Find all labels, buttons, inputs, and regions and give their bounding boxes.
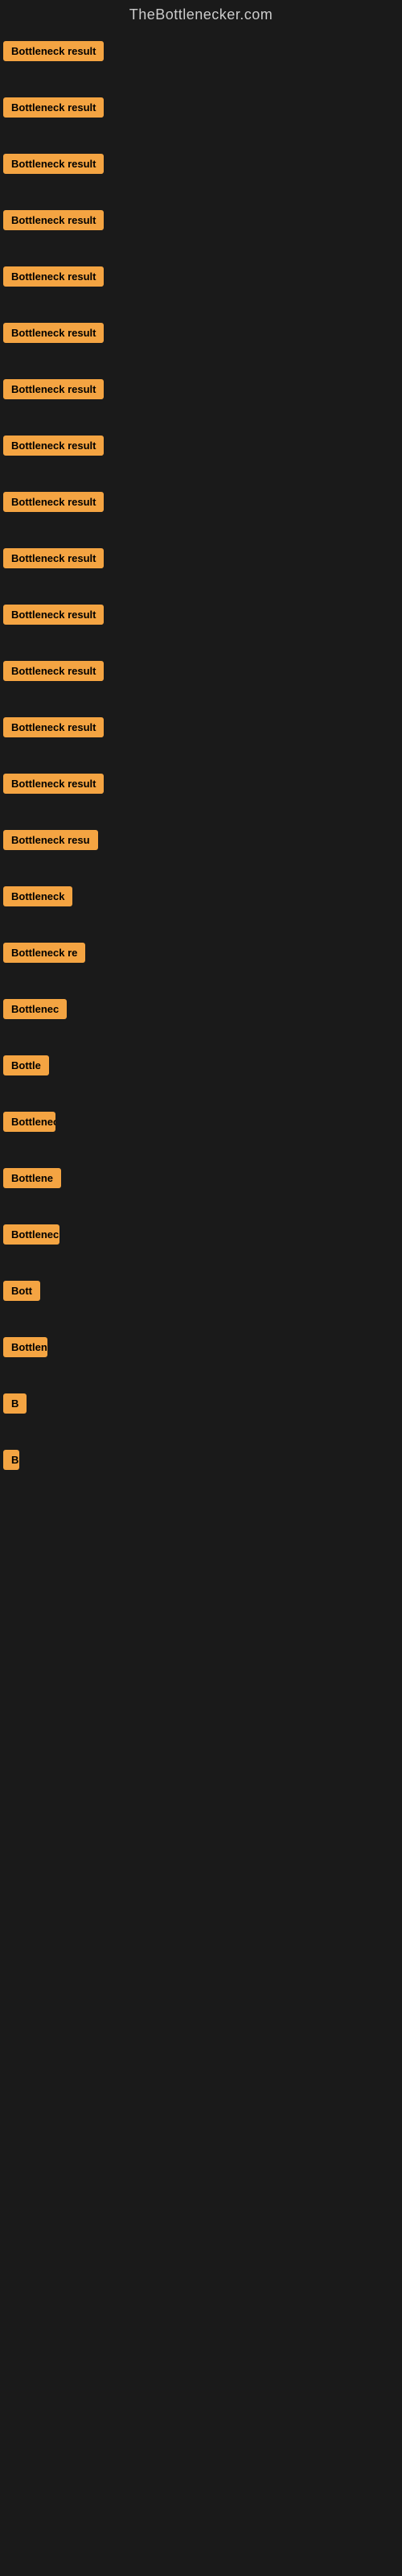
bottleneck-badge[interactable]: Bottlene (3, 1337, 47, 1357)
bottleneck-item: Bottleneck result (3, 709, 402, 766)
bottleneck-item: Bottleneck re (3, 935, 402, 991)
bottleneck-badge[interactable]: Bottleneck result (3, 492, 104, 512)
bottleneck-badge[interactable]: Bottlenec (3, 999, 67, 1019)
bottleneck-badge[interactable]: Bottleneck result (3, 774, 104, 794)
items-container: Bottleneck result Bottleneck result Bottle… (0, 33, 402, 1571)
bottleneck-badge[interactable]: Bottleneck result (3, 210, 104, 230)
bottleneck-badge[interactable]: Bottleneck result (3, 154, 104, 174)
bottleneck-item: Bottle (3, 1047, 402, 1104)
bottleneck-badge[interactable]: Bottleneck result (3, 605, 104, 625)
bottleneck-badge[interactable]: Bottleneck result (3, 661, 104, 681)
bottleneck-item: Bottleneck result (3, 484, 402, 540)
bottleneck-item: Bottleneck resu (3, 822, 402, 878)
bottleneck-badge[interactable]: Bottleneck result (3, 266, 104, 287)
bottleneck-item: Bottleneck result (3, 653, 402, 709)
bottleneck-item: Bottleneck result (3, 202, 402, 258)
bottleneck-item: Bottlene (3, 1160, 402, 1216)
bottleneck-item: Bottleneck result (3, 371, 402, 427)
bottleneck-badge[interactable]: Bottleneck result (3, 717, 104, 737)
bottleneck-badge[interactable]: Bottleneck re (3, 943, 85, 963)
bottleneck-item: B (3, 1442, 402, 1571)
bottleneck-badge[interactable]: Bottleneck (3, 1224, 59, 1245)
bottleneck-badge[interactable]: Bottleneck result (3, 97, 104, 118)
bottleneck-item: Bottleneck result (3, 597, 402, 653)
bottleneck-badge[interactable]: Bottle (3, 1055, 49, 1075)
bottleneck-badge[interactable]: Bottlene (3, 1168, 61, 1188)
bottleneck-item: Bottleneck (3, 878, 402, 935)
bottleneck-item: Bottlenec (3, 1104, 402, 1160)
bottleneck-item: Bottleneck result (3, 427, 402, 484)
bottleneck-badge[interactable]: Bottleneck resu (3, 830, 98, 850)
bottleneck-item: Bottleneck result (3, 33, 402, 89)
bottleneck-item: Bottlenec (3, 991, 402, 1047)
bottleneck-badge[interactable]: B (3, 1393, 27, 1414)
bottleneck-badge[interactable]: Bottleneck (3, 886, 72, 906)
bottleneck-badge[interactable]: Bottleneck result (3, 548, 104, 568)
bottleneck-item: B (3, 1385, 402, 1442)
bottleneck-item: Bottleneck result (3, 258, 402, 315)
bottleneck-badge[interactable]: Bottleneck result (3, 323, 104, 343)
site-title: TheBottlenecker.com (0, 0, 402, 33)
bottleneck-badge[interactable]: Bottlenec (3, 1112, 55, 1132)
bottleneck-item: Bottleneck (3, 1216, 402, 1273)
bottleneck-item: Bottleneck result (3, 146, 402, 202)
bottleneck-item: Bottleneck result (3, 766, 402, 822)
bottleneck-badge[interactable]: Bottleneck result (3, 379, 104, 399)
bottleneck-badge[interactable]: B (3, 1450, 19, 1470)
bottleneck-badge[interactable]: Bottleneck result (3, 436, 104, 456)
bottleneck-item: Bottleneck result (3, 540, 402, 597)
bottleneck-item: Bottlene (3, 1329, 402, 1385)
bottleneck-item: Bott (3, 1273, 402, 1329)
bottleneck-item: Bottleneck result (3, 89, 402, 146)
bottleneck-badge[interactable]: Bott (3, 1281, 40, 1301)
bottleneck-badge[interactable]: Bottleneck result (3, 41, 104, 61)
bottleneck-item: Bottleneck result (3, 315, 402, 371)
